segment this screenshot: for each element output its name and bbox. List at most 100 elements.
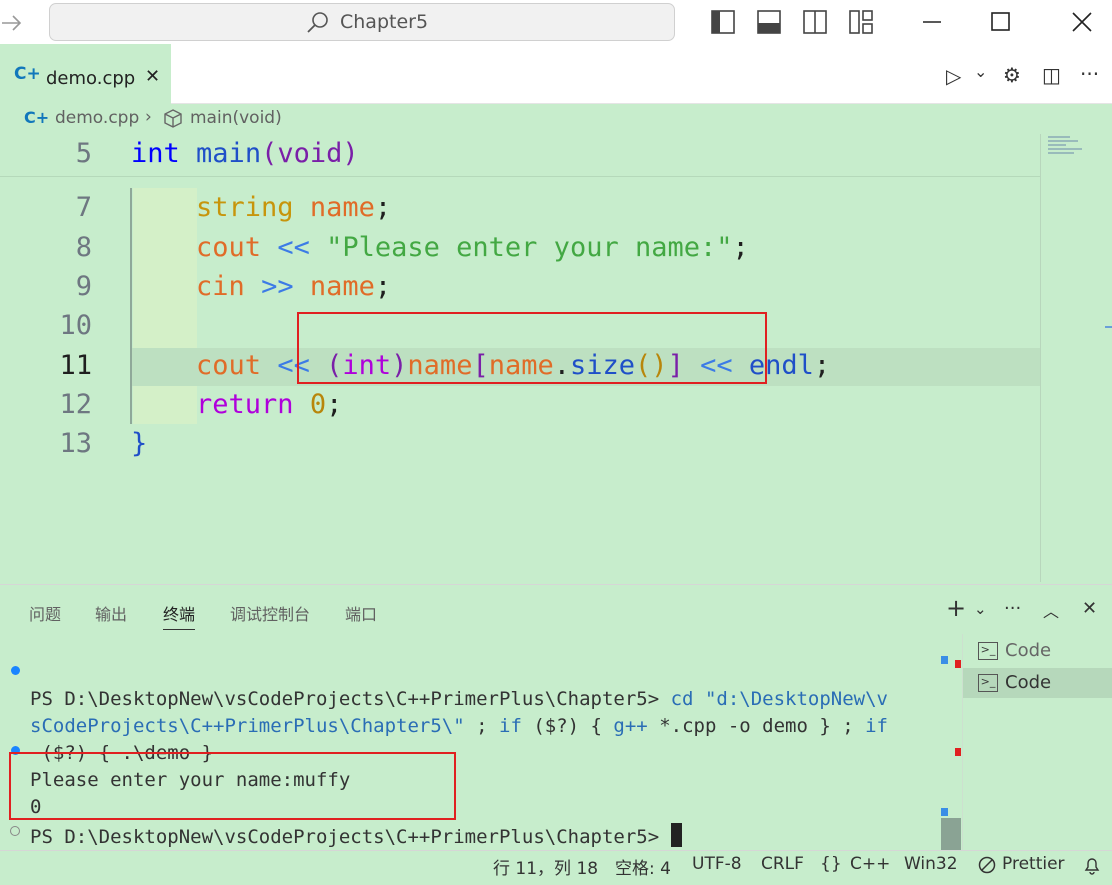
scrollbar-cursor-marker — [1105, 326, 1112, 328]
tab-close-icon[interactable]: ✕ — [145, 66, 160, 87]
line-number: 5 — [75, 138, 92, 169]
line-number: 7 — [75, 192, 92, 223]
token: ; — [813, 350, 831, 381]
search-text: Chapter5 — [340, 11, 429, 33]
braces-icon[interactable]: {} — [820, 854, 842, 874]
code-line-7: string name; — [131, 192, 391, 223]
tab-debug-console[interactable]: 调试控制台 — [230, 601, 310, 625]
token: main — [196, 138, 262, 169]
token: (void) — [261, 138, 359, 169]
breadcrumb-symbol[interactable]: main(void) — [190, 108, 282, 128]
token: ; — [374, 192, 392, 223]
terminal-list-item-active[interactable]: >_ Code — [963, 668, 1112, 698]
close-icon[interactable] — [1070, 10, 1094, 34]
terminal-dropdown-icon[interactable]: ⌄ — [974, 600, 987, 618]
line-number: 9 — [75, 271, 92, 302]
search-icon — [307, 12, 328, 33]
title-bar: Chapter5 — [0, 0, 1112, 44]
status-bar: 行 11，列 18 空格: 4 UTF-8 CRLF {} C++ Win32 … — [0, 850, 1112, 885]
minimize-icon[interactable] — [920, 10, 944, 34]
notifications-bell-icon[interactable] — [1083, 856, 1101, 876]
tab-label: demo.cpp — [46, 68, 136, 89]
token: ; — [374, 271, 392, 302]
token: << — [277, 232, 310, 263]
cpp-file-icon: C+ — [14, 64, 41, 84]
token: >> — [261, 271, 294, 302]
command-pending-dot-icon[interactable] — [10, 826, 20, 836]
minimap-border — [1040, 134, 1041, 582]
token: "Please enter your name:" — [326, 232, 733, 263]
tab-demo-cpp[interactable]: C+ demo.cpp ✕ — [0, 44, 171, 104]
cursor-position[interactable]: 行 11，列 18 — [493, 854, 598, 879]
sticky-scroll-divider — [0, 176, 1040, 177]
tab-ports[interactable]: 端口 — [345, 601, 377, 625]
more-actions-icon[interactable]: ··· — [1080, 62, 1099, 86]
platform[interactable]: Win32 — [904, 854, 958, 874]
terminal-name: Code — [1005, 672, 1052, 693]
minimap[interactable] — [1048, 134, 1088, 160]
run-dropdown-icon[interactable]: ⌄ — [974, 62, 987, 81]
command-center-search[interactable]: Chapter5 — [49, 3, 675, 41]
customize-layout-icon[interactable] — [849, 10, 873, 34]
run-icon[interactable]: ▷ — [946, 64, 961, 88]
new-terminal-icon[interactable]: + — [946, 594, 966, 622]
token: ; — [326, 389, 343, 420]
terminal-prompt-line[interactable]: PS D:\DesktopNew\vsCodeProjects\C++Prime… — [30, 823, 682, 848]
line-number: 13 — [59, 428, 92, 459]
token: return — [196, 389, 294, 420]
tab-problems[interactable]: 问题 — [29, 601, 61, 625]
token: ; — [732, 232, 749, 263]
terminal-name: Code — [1005, 640, 1052, 661]
prettier-status-icon — [978, 856, 996, 874]
close-panel-icon[interactable]: ✕ — [1082, 598, 1097, 619]
terminal-list: >_ Code >_ Code — [962, 634, 1112, 850]
encoding[interactable]: UTF-8 — [692, 854, 742, 874]
token: name — [309, 271, 375, 302]
tab-output[interactable]: 输出 — [95, 601, 127, 625]
line-number: 12 — [59, 389, 92, 420]
breadcrumb: C+ demo.cpp › main(void) — [0, 104, 1112, 134]
code-line-13: } — [131, 428, 148, 459]
code-line-5: int main(void) — [131, 138, 359, 169]
symbol-method-icon — [164, 109, 182, 128]
language-mode[interactable]: C++ — [850, 854, 890, 874]
split-editor-icon[interactable]: ◫ — [1042, 63, 1061, 87]
token: name — [309, 192, 375, 223]
line-number-current: 11 — [59, 350, 92, 381]
annotation-highlight-box — [9, 752, 456, 820]
tab-terminal[interactable]: 终端 — [163, 601, 196, 630]
breadcrumb-file[interactable]: demo.cpp — [55, 108, 139, 128]
maximize-icon[interactable] — [989, 10, 1013, 34]
token: string — [196, 192, 294, 223]
terminal-icon: >_ — [978, 642, 998, 660]
line-number: 8 — [75, 232, 92, 263]
toggle-secondary-sidebar-icon[interactable] — [803, 10, 827, 34]
prettier-status[interactable]: Prettier — [1002, 854, 1065, 874]
token: cout — [196, 350, 262, 381]
indentation[interactable]: 空格: 4 — [615, 854, 671, 879]
terminal-cursor — [670, 823, 682, 847]
token: cin — [196, 271, 245, 302]
command-success-dot-icon[interactable] — [11, 666, 20, 675]
panel-more-icon[interactable]: ··· — [1004, 598, 1021, 619]
token: int — [131, 138, 180, 169]
token: cout — [196, 232, 262, 263]
token: 0 — [309, 389, 327, 420]
maximize-panel-icon[interactable]: ︿ — [1043, 598, 1059, 622]
settings-icon[interactable]: ⚙ — [1003, 63, 1021, 87]
code-line-12: return 0; — [131, 389, 342, 420]
toggle-panel-icon[interactable] — [757, 10, 781, 34]
toggle-primary-sidebar-icon[interactable] — [711, 10, 735, 34]
annotation-highlight-box — [297, 312, 767, 384]
editor-tab-bar: C+ demo.cpp ✕ ▷ ⌄ ⚙ ◫ ··· — [0, 44, 1112, 104]
terminal-line: PS D:\DesktopNew\vsCodeProjects\C++Prime… — [30, 688, 888, 710]
breadcrumb-separator: › — [145, 107, 152, 127]
terminal-scrollbar[interactable] — [941, 656, 961, 850]
end-of-line[interactable]: CRLF — [761, 854, 804, 874]
terminal-list-item[interactable]: >_ Code — [963, 636, 1112, 666]
line-number: 10 — [59, 310, 92, 341]
code-line-8: cout << "Please enter your name:"; — [131, 232, 749, 263]
back-arrow-icon[interactable] — [0, 12, 24, 34]
code-line-9: cin >> name; — [131, 271, 391, 302]
terminal-line: sCodeProjects\C++PrimerPlus\Chapter5\" ;… — [30, 715, 888, 737]
